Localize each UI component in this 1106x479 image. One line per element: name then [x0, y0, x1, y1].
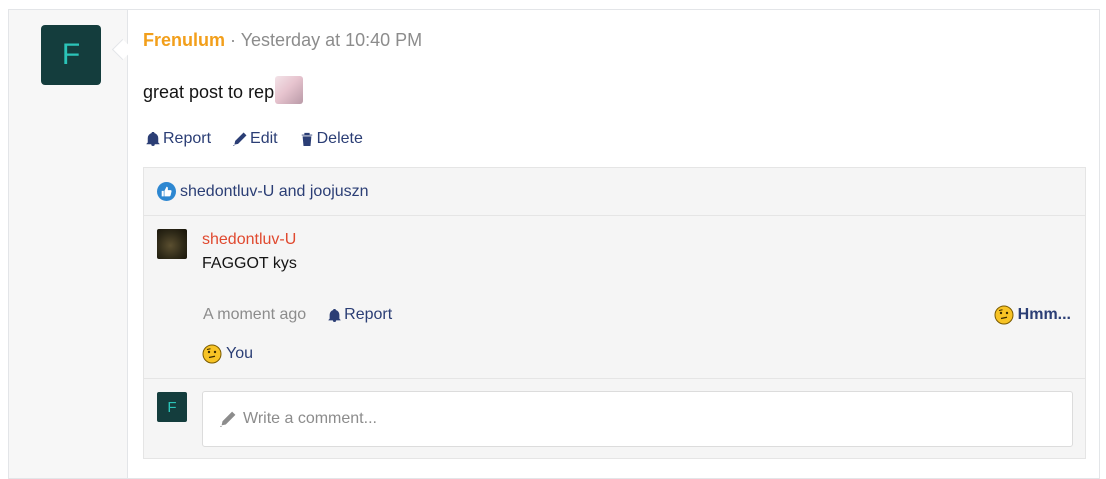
comment-input[interactable]: Write a comment...	[202, 391, 1073, 447]
delete-label: Delete	[316, 130, 363, 147]
delete-button[interactable]: Delete	[300, 130, 363, 148]
pencil-icon	[233, 132, 247, 146]
thinking-face-icon	[994, 305, 1014, 325]
comment-item: shedontluv-U FAGGOT kys A moment ago Rep…	[144, 216, 1085, 379]
likes-summary: shedontluv-U and joojuszn	[144, 168, 1085, 216]
trash-icon	[301, 132, 312, 146]
post-author[interactable]: Frenulum	[143, 30, 225, 50]
commenter-avatar[interactable]	[157, 229, 187, 259]
post-actions: Report Edit Delete	[146, 130, 363, 148]
thinking-face-icon	[202, 344, 222, 364]
emote-image	[275, 76, 304, 104]
comments-section: shedontluv-U and joojuszn shedontluv-U F…	[143, 167, 1086, 459]
post-message-text: great post to rep	[143, 81, 275, 102]
edit-button[interactable]: Edit	[233, 130, 278, 148]
reaction-label: Hmm...	[1017, 306, 1071, 323]
post: F Frenulum · Yesterday at 10:40 PM great…	[8, 9, 1100, 479]
comment-time[interactable]: A moment ago	[203, 306, 306, 324]
reaction-summary[interactable]: You	[202, 344, 253, 364]
edit-label: Edit	[250, 130, 278, 147]
bell-icon	[328, 308, 341, 322]
post-user-column: F	[9, 10, 128, 478]
comment-report-button[interactable]: Report	[328, 306, 392, 324]
report-button[interactable]: Report	[146, 130, 211, 148]
comment-input-placeholder: Write a comment...	[243, 410, 377, 427]
post-header: Frenulum · Yesterday at 10:40 PM	[143, 30, 422, 51]
thumbs-up-icon	[157, 182, 176, 201]
likes-users-link[interactable]: shedontluv-U and joojuszn	[180, 183, 369, 201]
author-avatar[interactable]: F	[41, 25, 101, 85]
commenter-name[interactable]: shedontluv-U	[202, 231, 296, 249]
post-timestamp[interactable]: Yesterday at 10:40 PM	[241, 30, 422, 50]
header-separator: ·	[225, 30, 241, 50]
pencil-icon	[220, 411, 236, 427]
reply-box: F Write a comment...	[144, 379, 1085, 459]
post-message: great post to rep	[143, 76, 304, 106]
report-label: Report	[163, 130, 212, 147]
reactor-name: You	[226, 345, 253, 362]
comment-text: FAGGOT kys	[202, 255, 297, 272]
current-user-avatar[interactable]: F	[157, 392, 187, 422]
reaction-button[interactable]: Hmm...	[994, 305, 1071, 325]
bell-icon	[146, 132, 160, 146]
comment-meta: A moment ago Report	[203, 306, 392, 324]
comment-report-label: Report	[344, 306, 393, 323]
